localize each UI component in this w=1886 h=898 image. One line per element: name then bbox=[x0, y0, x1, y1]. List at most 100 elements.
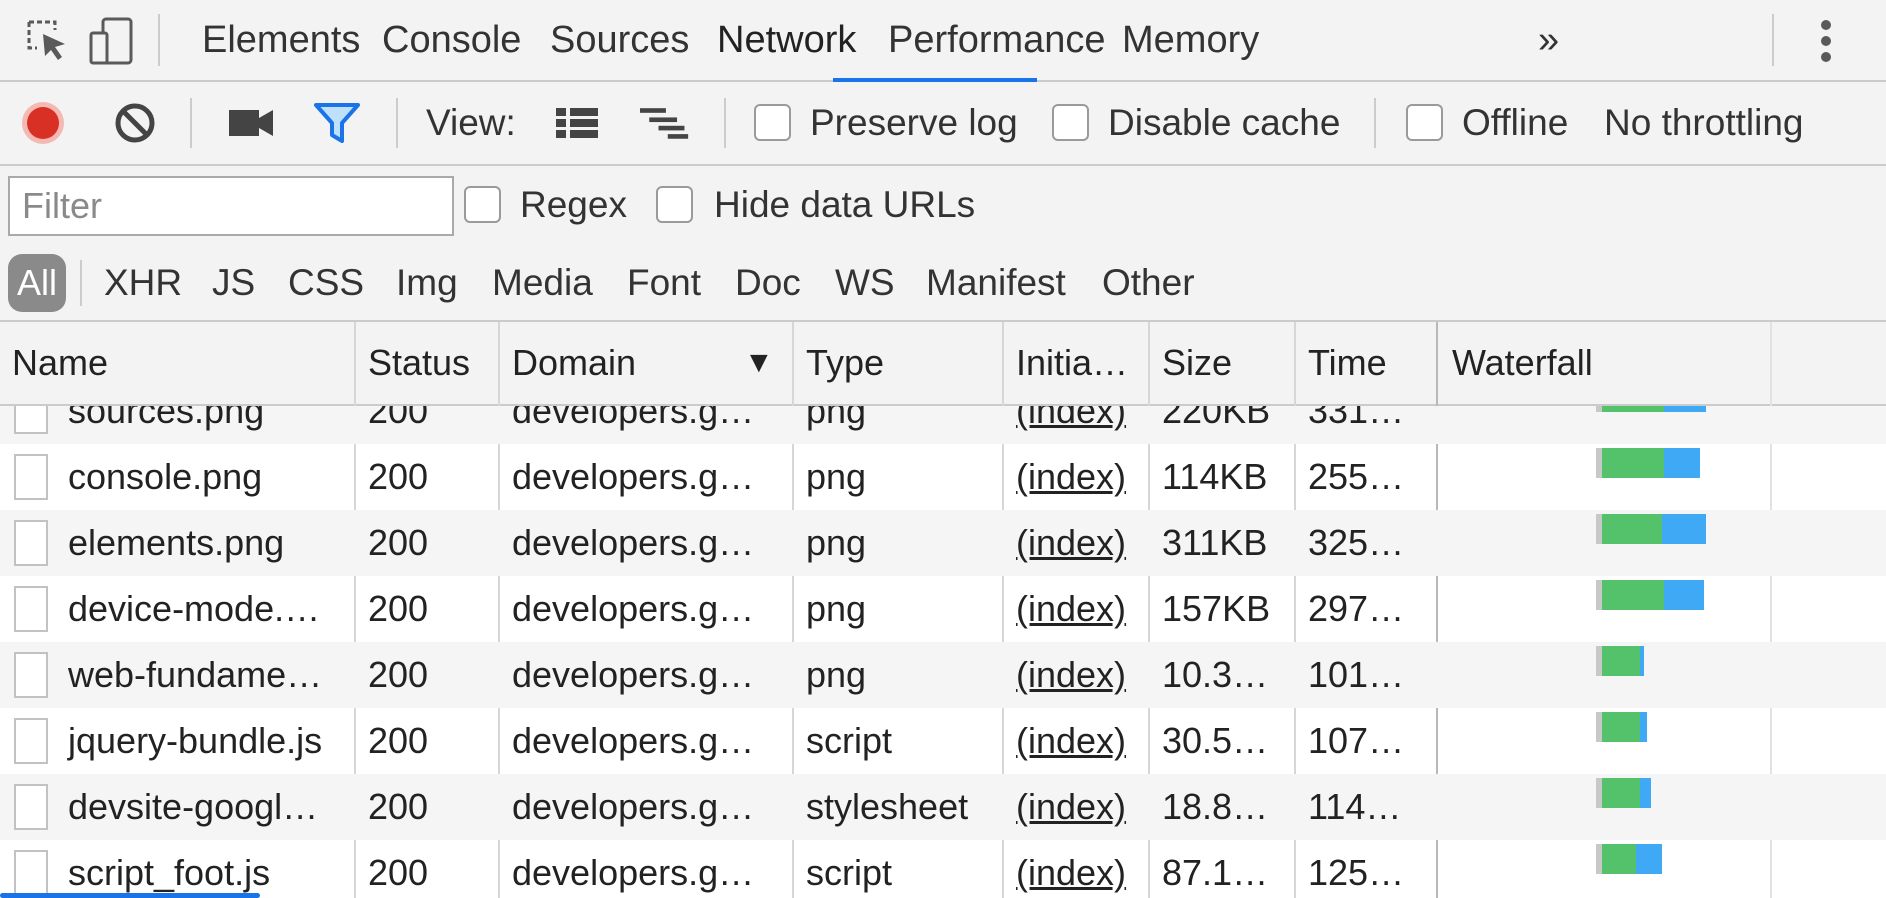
request-type: png bbox=[806, 654, 867, 695]
request-initiator[interactable]: (index) bbox=[1004, 708, 1148, 774]
column-header-type[interactable]: Type bbox=[794, 322, 1002, 404]
column-header-size[interactable]: Size bbox=[1150, 322, 1294, 404]
request-type: script bbox=[806, 720, 893, 761]
throttling-select[interactable]: No throttling bbox=[1604, 102, 1804, 144]
request-type: stylesheet bbox=[806, 786, 969, 827]
request-initiator[interactable]: (index) bbox=[1004, 642, 1148, 708]
screenshot-camera-icon[interactable] bbox=[226, 96, 276, 150]
request-size: 18.8… bbox=[1162, 786, 1269, 827]
type-filter-all[interactable]: All bbox=[8, 254, 66, 312]
request-status: 200 bbox=[368, 456, 429, 497]
request-initiator[interactable]: (index) bbox=[1004, 576, 1148, 642]
request-domain: developers.g… bbox=[512, 852, 755, 893]
type-filter-media[interactable]: Media bbox=[492, 244, 593, 322]
waterfall-download-segment bbox=[1664, 580, 1704, 610]
request-initiator[interactable]: (index) bbox=[1004, 444, 1148, 510]
table-row[interactable]: elements.png 200 developers.g… png (index) 31… bbox=[0, 510, 1886, 576]
waterfall-download-segment bbox=[1662, 514, 1706, 544]
filter-funnel-icon[interactable] bbox=[312, 96, 362, 150]
tab-performance[interactable]: Performance bbox=[886, 0, 1108, 80]
waterfall-waiting-segment bbox=[1602, 712, 1640, 742]
request-status: 200 bbox=[368, 852, 429, 893]
request-time: 325… bbox=[1308, 522, 1405, 563]
image-file-icon bbox=[14, 586, 48, 632]
request-initiator[interactable]: (index) bbox=[1004, 840, 1148, 898]
table-row[interactable]: web-fundame… 200 developers.g… png (index) 10… bbox=[0, 642, 1886, 708]
waterfall-download-segment bbox=[1664, 448, 1701, 478]
request-initiator[interactable]: (index) bbox=[1004, 510, 1148, 576]
toolbar-divider bbox=[724, 98, 726, 148]
offline-label: Offline bbox=[1462, 102, 1569, 143]
request-initiator[interactable]: (index) bbox=[1004, 774, 1148, 840]
tab-elements[interactable]: Elements bbox=[200, 0, 362, 80]
request-name: jquery-bundle.js bbox=[68, 720, 323, 761]
regex-checkbox[interactable] bbox=[464, 186, 501, 223]
request-domain: developers.g… bbox=[512, 786, 755, 827]
hide-data-urls-checkbox[interactable] bbox=[656, 186, 693, 223]
type-filter-doc[interactable]: Doc bbox=[735, 244, 801, 322]
request-domain: developers.g… bbox=[512, 654, 755, 695]
column-header-status[interactable]: Status bbox=[356, 322, 498, 404]
table-row[interactable]: device-mode.… 200 developers.g… png (index) 1… bbox=[0, 576, 1886, 642]
offline-checkbox[interactable] bbox=[1406, 104, 1443, 141]
overview-waterfall-icon[interactable] bbox=[640, 96, 690, 150]
type-filter-ws[interactable]: WS bbox=[835, 244, 895, 322]
column-header-waterfall[interactable]: Waterfall bbox=[1440, 322, 1770, 404]
horizontal-scrollbar[interactable] bbox=[0, 893, 260, 898]
table-row[interactable]: console.png 200 developers.g… png (index) 114… bbox=[0, 444, 1886, 510]
request-name: script_foot.js bbox=[68, 852, 271, 893]
request-size: 87.1… bbox=[1162, 852, 1269, 893]
image-file-icon bbox=[14, 520, 48, 566]
waterfall-waiting-segment bbox=[1602, 406, 1665, 412]
type-filter-manifest[interactable]: Manifest bbox=[926, 244, 1066, 322]
request-size: 311KB bbox=[1162, 522, 1268, 563]
table-row[interactable]: script_foot.js 200 developers.g… script (ind… bbox=[0, 840, 1886, 898]
large-rows-view-icon[interactable] bbox=[552, 96, 602, 150]
hide-data-urls-label: Hide data URLs bbox=[714, 184, 976, 225]
type-filter-other[interactable]: Other bbox=[1102, 244, 1195, 322]
request-type: script bbox=[806, 852, 893, 893]
request-size: 157KB bbox=[1162, 588, 1271, 629]
type-filter-font[interactable]: Font bbox=[627, 244, 701, 322]
type-filter-img[interactable]: Img bbox=[396, 244, 458, 322]
disable-cache-checkbox[interactable] bbox=[1052, 104, 1089, 141]
request-status: 200 bbox=[368, 786, 429, 827]
filter-input[interactable] bbox=[8, 176, 454, 236]
request-domain: developers.g… bbox=[512, 522, 755, 563]
toolbar-divider bbox=[1772, 14, 1774, 66]
request-status: 200 bbox=[368, 720, 429, 761]
tab-network[interactable]: Network bbox=[715, 0, 858, 80]
table-row[interactable]: sources.png 200 developers.g… png (index) 220… bbox=[0, 406, 1886, 444]
request-name: elements.png bbox=[68, 522, 285, 563]
type-filter-xhr[interactable]: XHR bbox=[104, 244, 182, 322]
column-header-name[interactable]: Name bbox=[0, 322, 354, 404]
preserve-log-checkbox[interactable] bbox=[754, 104, 791, 141]
request-type: png bbox=[806, 456, 867, 497]
waterfall-download-segment bbox=[1640, 646, 1645, 676]
table-row[interactable]: jquery-bundle.js 200 developers.g… script (i… bbox=[0, 708, 1886, 774]
waterfall-download-segment bbox=[1664, 406, 1706, 412]
inspect-element-icon[interactable] bbox=[22, 14, 72, 68]
record-icon[interactable] bbox=[18, 96, 68, 150]
column-header-time[interactable]: Time bbox=[1296, 322, 1436, 404]
tab-console[interactable]: Console bbox=[380, 0, 523, 80]
table-row[interactable]: devsite-googl… 200 developers.g… stylesheet… bbox=[0, 774, 1886, 840]
type-filter-css[interactable]: CSS bbox=[288, 244, 364, 322]
request-size: 114KB bbox=[1162, 456, 1268, 497]
more-options-icon[interactable] bbox=[1806, 14, 1846, 68]
waterfall-waiting-segment bbox=[1602, 844, 1636, 874]
request-initiator[interactable]: (index) bbox=[1004, 406, 1148, 444]
column-header-initiator[interactable]: Initia… bbox=[1004, 322, 1148, 404]
request-status: 200 bbox=[368, 588, 429, 629]
requests-table-header: Name Status Domain ▼ Type Initia… Size T… bbox=[0, 322, 1886, 406]
type-filter-js[interactable]: JS bbox=[212, 244, 255, 322]
tab-sources[interactable]: Sources bbox=[548, 0, 691, 80]
toolbar-divider bbox=[80, 260, 82, 306]
tab-memory[interactable]: Memory bbox=[1120, 0, 1261, 80]
clear-icon[interactable] bbox=[110, 96, 160, 150]
column-header-domain[interactable]: Domain bbox=[500, 322, 730, 404]
more-tabs-button[interactable]: » bbox=[1538, 0, 1559, 80]
requests-table-body: sources.png 200 developers.g… png (index) 220… bbox=[0, 406, 1886, 898]
waterfall-download-segment bbox=[1640, 712, 1647, 742]
device-toolbar-icon[interactable] bbox=[86, 14, 136, 68]
